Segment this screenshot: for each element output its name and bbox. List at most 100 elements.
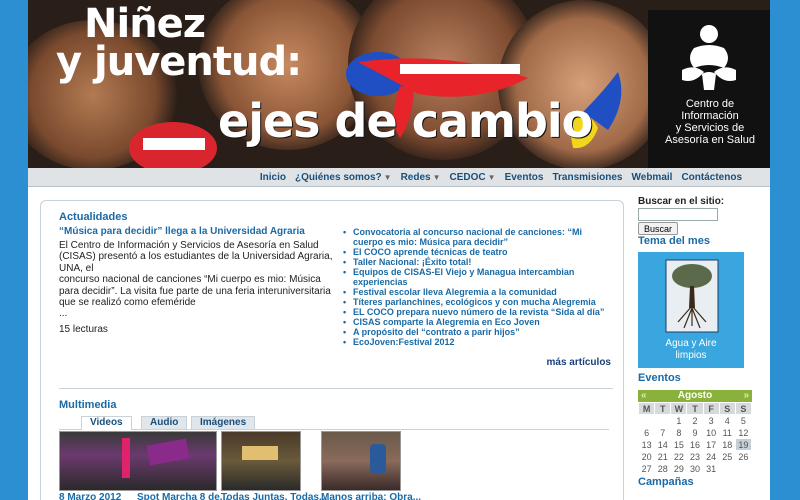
calendar-weekday-row: M T W T F S S [637, 402, 753, 415]
lead-article-link[interactable]: “Música para decidir” llega a la Univers… [59, 226, 305, 237]
calendar-day[interactable]: 29 [670, 462, 688, 475]
calendar-day[interactable]: 22 [670, 450, 688, 463]
nav-item-label: Transmisiones [552, 171, 623, 183]
news-item-link[interactable]: Taller Nacional: ¡Éxito total! [341, 257, 611, 267]
calendar-day-today[interactable]: 19 [734, 438, 753, 451]
calendar-day[interactable]: 24 [702, 450, 720, 463]
video-caption-link[interactable]: Spot Marcha 8 de... [137, 492, 228, 500]
org-logo-block[interactable]: Centro de Información y Servicios de Ase… [648, 10, 770, 168]
calendar-day[interactable]: 14 [654, 438, 672, 451]
calendar-day[interactable]: 10 [702, 426, 720, 439]
calendar-day[interactable]: 4 [718, 414, 736, 427]
news-item-link[interactable]: El COCO aprende técnicas de teatro [341, 247, 611, 257]
cisas-logo-icon [682, 25, 736, 90]
eventos-title: Eventos [638, 372, 681, 384]
tema-caption-line: limpios [675, 350, 707, 361]
tema-del-mes-caption: Agua y Aire limpios [638, 338, 744, 362]
calendar-day[interactable]: 25 [718, 450, 736, 463]
news-item-link[interactable]: Títeres parlanchines, ecológicos y con m… [341, 297, 611, 307]
nav-item-eventos[interactable]: Eventos [505, 172, 544, 183]
nav-item-inicio[interactable]: Inicio [260, 172, 286, 183]
calendar-day[interactable]: 20 [637, 450, 656, 463]
org-name-line: y Servicios de [675, 122, 745, 134]
calendar-day[interactable]: 27 [637, 462, 656, 475]
campanas-title: Campañas [638, 476, 694, 488]
nav-item-transmisiones[interactable]: Transmisiones [552, 172, 622, 183]
nav-item-webmail[interactable]: Webmail [632, 172, 673, 183]
calendar-day[interactable]: 28 [654, 462, 672, 475]
calendar-weekday: S [718, 402, 736, 415]
page: Niñez y juventud: ejes de cambio Centro … [28, 0, 770, 500]
calendar-day[interactable]: 26 [734, 450, 753, 463]
nav-item-label: Redes [400, 171, 431, 183]
tab-audio[interactable]: Audio [141, 416, 188, 429]
nav-item-label: Eventos [504, 171, 544, 183]
calendar-grid: M T W T F S S 1 2 3 4 5 6 7 8 9 10 11 12… [637, 402, 753, 475]
calendar-day[interactable]: 16 [686, 438, 704, 451]
nav-items: Inicio ¿Quiénes somos? ▼ Redes ▼ CEDOC ▼ Ev… [251, 168, 742, 186]
calendar-day[interactable]: 8 [670, 426, 688, 439]
calendar-day[interactable]: 9 [686, 426, 704, 439]
news-item-link[interactable]: CISAS comparte la Alegremia en Eco Joven [341, 317, 611, 327]
calendar-day[interactable]: 31 [702, 462, 720, 475]
nav-item-contactenos[interactable]: Contáctenos [681, 172, 742, 183]
calendar-day[interactable]: 23 [686, 450, 704, 463]
calendar-day[interactable]: 17 [702, 438, 720, 451]
news-list: Convocatoria al concurso nacional de can… [341, 227, 611, 347]
news-item-link[interactable]: EcoJoven:Festival 2012 [341, 337, 611, 347]
nav-item-cedoc[interactable]: CEDOC ▼ [450, 172, 496, 183]
more-articles-link[interactable]: más artículos [547, 357, 611, 368]
calendar-week-row: 1 2 3 4 5 [637, 414, 753, 427]
calendar-weekday: T [686, 402, 704, 415]
calendar-day[interactable]: 7 [654, 426, 672, 439]
header-banner: Niñez y juventud: ejes de cambio Centro … [28, 0, 770, 168]
calendar-week-row: 6 7 8 9 10 11 12 [637, 426, 753, 439]
calendar-day[interactable]: 11 [718, 426, 736, 439]
news-item-link[interactable]: Equipos de CISAS-El Viejo y Managua inte… [341, 267, 611, 287]
calendar-day[interactable]: 6 [637, 426, 656, 439]
news-item-link[interactable]: EL COCO prepara nuevo número de la revis… [341, 307, 611, 317]
video-thumbnail[interactable] [59, 431, 217, 491]
nav-item-label: Contáctenos [681, 171, 742, 183]
tree-icon [665, 259, 719, 333]
nav-item-label: Inicio [259, 171, 286, 183]
nav-item-quienes-somos[interactable]: ¿Quiénes somos? ▼ [295, 172, 392, 183]
main-nav: Inicio ¿Quiénes somos? ▼ Redes ▼ CEDOC ▼ Ev… [28, 168, 770, 187]
calendar-day [637, 414, 656, 427]
video-caption-link[interactable]: 8 Marzo 2012 [59, 492, 121, 500]
calendar-day[interactable]: 18 [718, 438, 736, 451]
video-thumbnail[interactable] [321, 431, 401, 491]
caret-down-icon: ▼ [432, 172, 441, 182]
calendar-day[interactable]: 15 [670, 438, 688, 451]
lead-article-ellipsis: ... [59, 308, 68, 320]
news-item-link[interactable]: Festival escolar lleva Alegremia a la co… [341, 287, 611, 297]
news-item-link[interactable]: Convocatoria al concurso nacional de can… [341, 227, 611, 247]
nav-item-redes[interactable]: Redes ▼ [401, 172, 441, 183]
calendar-body: 1 2 3 4 5 6 7 8 9 10 11 12 13 14 15 16 1… [637, 414, 753, 475]
video-caption-link[interactable]: Manos arriba: Obra... [321, 492, 421, 500]
video-caption-link[interactable]: Todas Juntas, Todas... [221, 492, 327, 500]
tab-imagenes[interactable]: Imágenes [191, 416, 256, 429]
calendar-next-icon[interactable]: » [743, 390, 749, 402]
org-name: Centro de Información y Servicios de Ase… [654, 98, 766, 146]
calendar-day[interactable]: 21 [654, 450, 672, 463]
tema-del-mes-banner[interactable]: Agua y Aire limpios [638, 252, 744, 368]
calendar-week-row: 20 21 22 23 24 25 26 [637, 450, 753, 463]
banner-title-line-1: Niñez [84, 1, 206, 47]
calendar-day[interactable]: 30 [686, 462, 704, 475]
search-input[interactable] [638, 208, 718, 221]
news-item-link[interactable]: A propósito del “contrato a parir hijos” [341, 327, 611, 337]
video-thumbnail[interactable] [221, 431, 301, 491]
search-button[interactable]: Buscar [638, 222, 678, 235]
calendar-weekday: W [670, 402, 688, 415]
tema-caption-line: Agua y Aire [665, 338, 717, 349]
calendar-day[interactable]: 3 [702, 414, 720, 427]
multimedia-title: Multimedia [59, 399, 117, 411]
calendar-day[interactable]: 2 [686, 414, 704, 427]
calendar-day[interactable]: 1 [670, 414, 688, 427]
calendar-day[interactable]: 12 [734, 426, 753, 439]
tab-videos[interactable]: Videos [81, 416, 132, 430]
calendar-day[interactable]: 5 [734, 414, 753, 427]
calendar-prev-icon[interactable]: « [641, 390, 647, 402]
calendar-day[interactable]: 13 [637, 438, 656, 451]
